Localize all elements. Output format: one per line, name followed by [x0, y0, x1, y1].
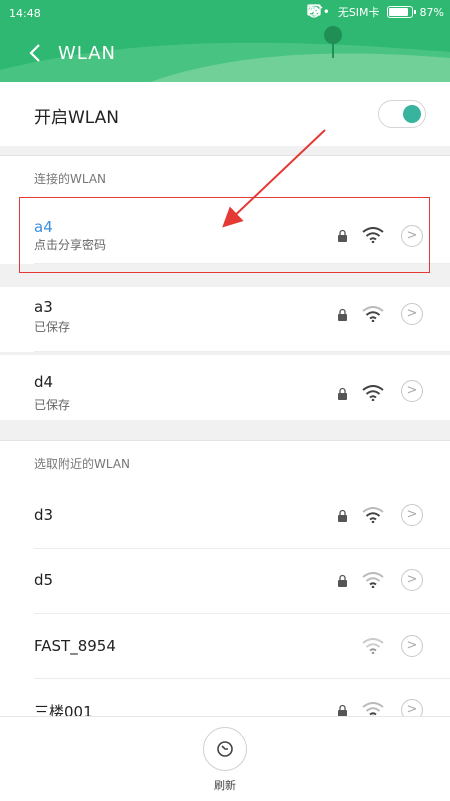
refresh-label: 刷新: [214, 779, 236, 792]
chevron-right-icon[interactable]: >: [401, 380, 423, 402]
lock-icon: [338, 229, 347, 242]
page-title: WLAN: [58, 43, 117, 64]
sim-status: 无SIM卡: [337, 6, 380, 19]
status-bar: 14:48 ••• 无SIM卡 87%: [0, 0, 450, 26]
wifi-item-d4[interactable]: d4 已保存 >: [0, 355, 450, 420]
section-connected-title: 连接的WLAN: [34, 172, 107, 186]
back-arrow-icon: [29, 44, 40, 62]
lock-icon: [338, 574, 347, 587]
back-button[interactable]: [26, 40, 48, 66]
wifi-name: a3: [34, 298, 53, 316]
wifi-item-a3[interactable]: a3 已保存 >: [0, 287, 450, 352]
section-connected: 连接的WLAN: [0, 155, 450, 200]
no-sim-icon: [306, 4, 321, 16]
wifi-icon: [362, 638, 384, 654]
chevron-right-icon[interactable]: >: [401, 504, 423, 526]
wlan-toggle-label: 开启WLAN: [34, 108, 120, 128]
lock-icon: [338, 509, 347, 522]
chevron-right-icon[interactable]: >: [401, 569, 423, 591]
section-nearby: 选取附近的WLAN: [0, 440, 450, 485]
status-icons: ••• 无SIM卡 87%: [307, 4, 444, 20]
chevron-right-icon[interactable]: >: [401, 303, 423, 325]
header: 14:48 ••• 无SIM卡 87% WLAN: [0, 0, 450, 82]
wifi-status: 已保存: [34, 320, 71, 334]
wifi-name: FAST_8954: [34, 637, 116, 655]
wifi-name: a4: [34, 218, 53, 236]
wifi-status: 已保存: [34, 398, 71, 412]
wifi-icon: [362, 572, 384, 588]
wifi-icon: [362, 385, 384, 401]
battery-icon: [386, 6, 416, 18]
chevron-right-icon[interactable]: >: [401, 635, 423, 657]
wifi-icon: [362, 507, 384, 523]
wifi-name: d5: [34, 571, 54, 589]
toggle-knob: [403, 105, 421, 123]
refresh-button[interactable]: [203, 727, 247, 771]
wifi-item-d5[interactable]: d5 >: [0, 549, 450, 614]
wifi-item-d3[interactable]: d3 >: [0, 484, 450, 549]
wifi-icon: [362, 227, 384, 243]
battery-percent: 87%: [419, 5, 444, 19]
lock-icon: [338, 308, 347, 321]
wlan-toggle-switch[interactable]: [378, 100, 426, 128]
wifi-icon: [362, 306, 384, 322]
wifi-name: d3: [34, 506, 54, 524]
bottom-bar: 刷新: [0, 716, 450, 801]
wifi-status: 点击分享密码: [34, 238, 107, 252]
chevron-right-icon[interactable]: >: [401, 225, 423, 247]
wifi-item-a4[interactable]: a4 点击分享密码 >: [0, 199, 450, 264]
wifi-name: d4: [34, 373, 54, 391]
status-time: 14:48: [9, 7, 41, 20]
title-bar: WLAN: [0, 34, 450, 74]
wifi-item-fast-8954[interactable]: FAST_8954 >: [0, 614, 450, 679]
lock-icon: [338, 387, 347, 400]
refresh-icon: [217, 741, 233, 757]
section-nearby-title: 选取附近的WLAN: [34, 457, 131, 471]
